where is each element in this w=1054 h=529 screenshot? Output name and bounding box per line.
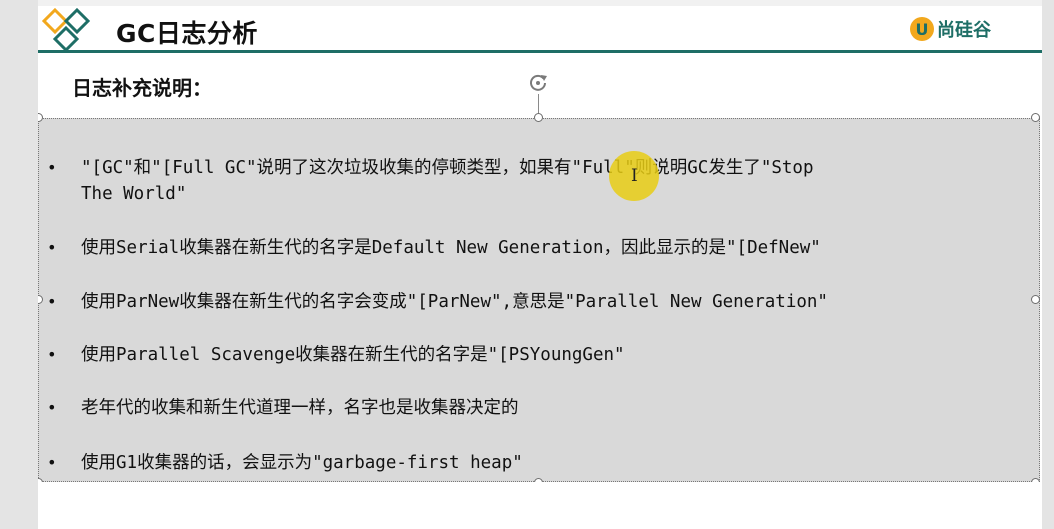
resize-handle-top-center[interactable] bbox=[534, 113, 543, 122]
bullet-text: 使用Parallel Scavenge收集器在新生代的名字是"[PSYoungG… bbox=[81, 345, 625, 365]
brand-badge-icon: U bbox=[910, 17, 934, 41]
bullet-text: "[GC"和"[Full GC"说明了这次垃圾收集的停顿类型，如果有"Full"… bbox=[81, 158, 814, 204]
header-divider bbox=[38, 50, 1042, 53]
bullet-text: 使用Serial收集器在新生代的名字是Default New Generatio… bbox=[81, 238, 821, 258]
resize-handle-middle-right[interactable] bbox=[1031, 295, 1040, 304]
slide-top-edge bbox=[38, 0, 1042, 6]
section-subtitle[interactable]: 日志补充说明： bbox=[72, 72, 212, 101]
bullet-dot: • bbox=[47, 398, 57, 417]
rotate-handle-icon[interactable] bbox=[527, 72, 549, 94]
bullet-text: 使用ParNew收集器在新生代的名字会变成"[ParNew",意思是"Paral… bbox=[81, 292, 828, 312]
bullet-dot: • bbox=[47, 292, 57, 311]
slide-title: GC日志分析 bbox=[116, 19, 258, 48]
selected-text-box[interactable]: • "[GC"和"[Full GC"说明了这次垃圾收集的停顿类型，如果有"Ful… bbox=[38, 118, 1040, 482]
resize-handle-top-right[interactable] bbox=[1031, 113, 1040, 122]
bullet-dot: • bbox=[47, 238, 57, 257]
bullet-dot: • bbox=[47, 453, 57, 472]
bullet-dot: • bbox=[47, 158, 57, 177]
bullet-text: 老年代的收集和新生代道理一样，名字也是收集器决定的 bbox=[81, 398, 519, 418]
slide: GC日志分析 U 尚硅谷 日志补充说明： • "[GC"和"[Full GC"说… bbox=[38, 0, 1042, 529]
bullet-dot: • bbox=[47, 345, 57, 364]
slide-bottom-area bbox=[38, 482, 1042, 529]
diamond-logo-icon bbox=[42, 8, 91, 53]
brand-name: 尚硅谷 bbox=[937, 20, 991, 41]
bullet-text: 使用G1收集器的话，会显示为"garbage-first heap" bbox=[81, 453, 523, 473]
brand-logo: U 尚硅谷 bbox=[910, 15, 991, 43]
text-cursor-icon: I bbox=[631, 166, 638, 186]
